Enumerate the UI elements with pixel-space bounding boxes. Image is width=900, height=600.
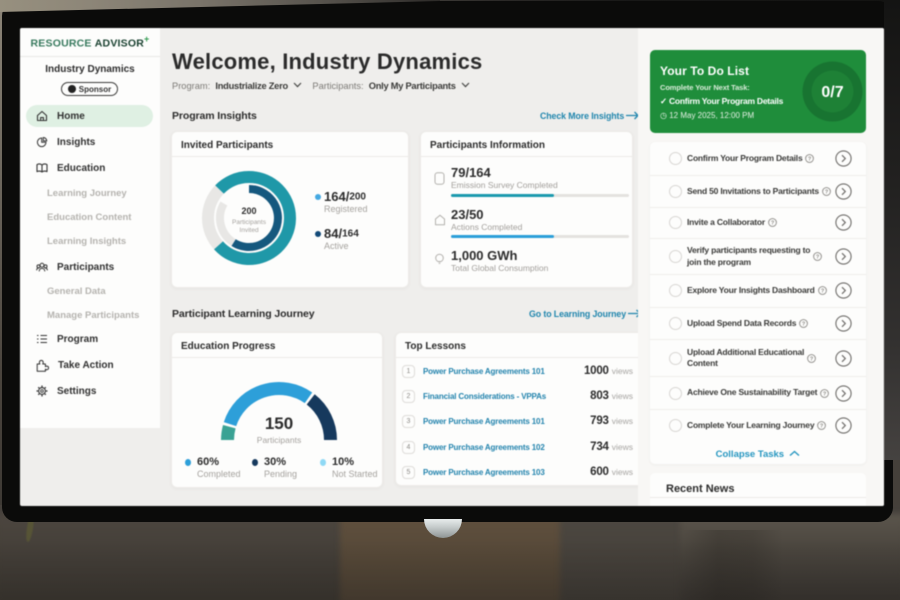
svg-text:Invited: Invited [239, 227, 259, 234]
svg-text:Participants: Participants [257, 435, 301, 445]
svg-text:150: 150 [265, 414, 293, 433]
svg-text:0/7: 0/7 [821, 84, 843, 101]
svg-text:200: 200 [241, 206, 256, 216]
svg-text:Participants: Participants [232, 219, 267, 226]
